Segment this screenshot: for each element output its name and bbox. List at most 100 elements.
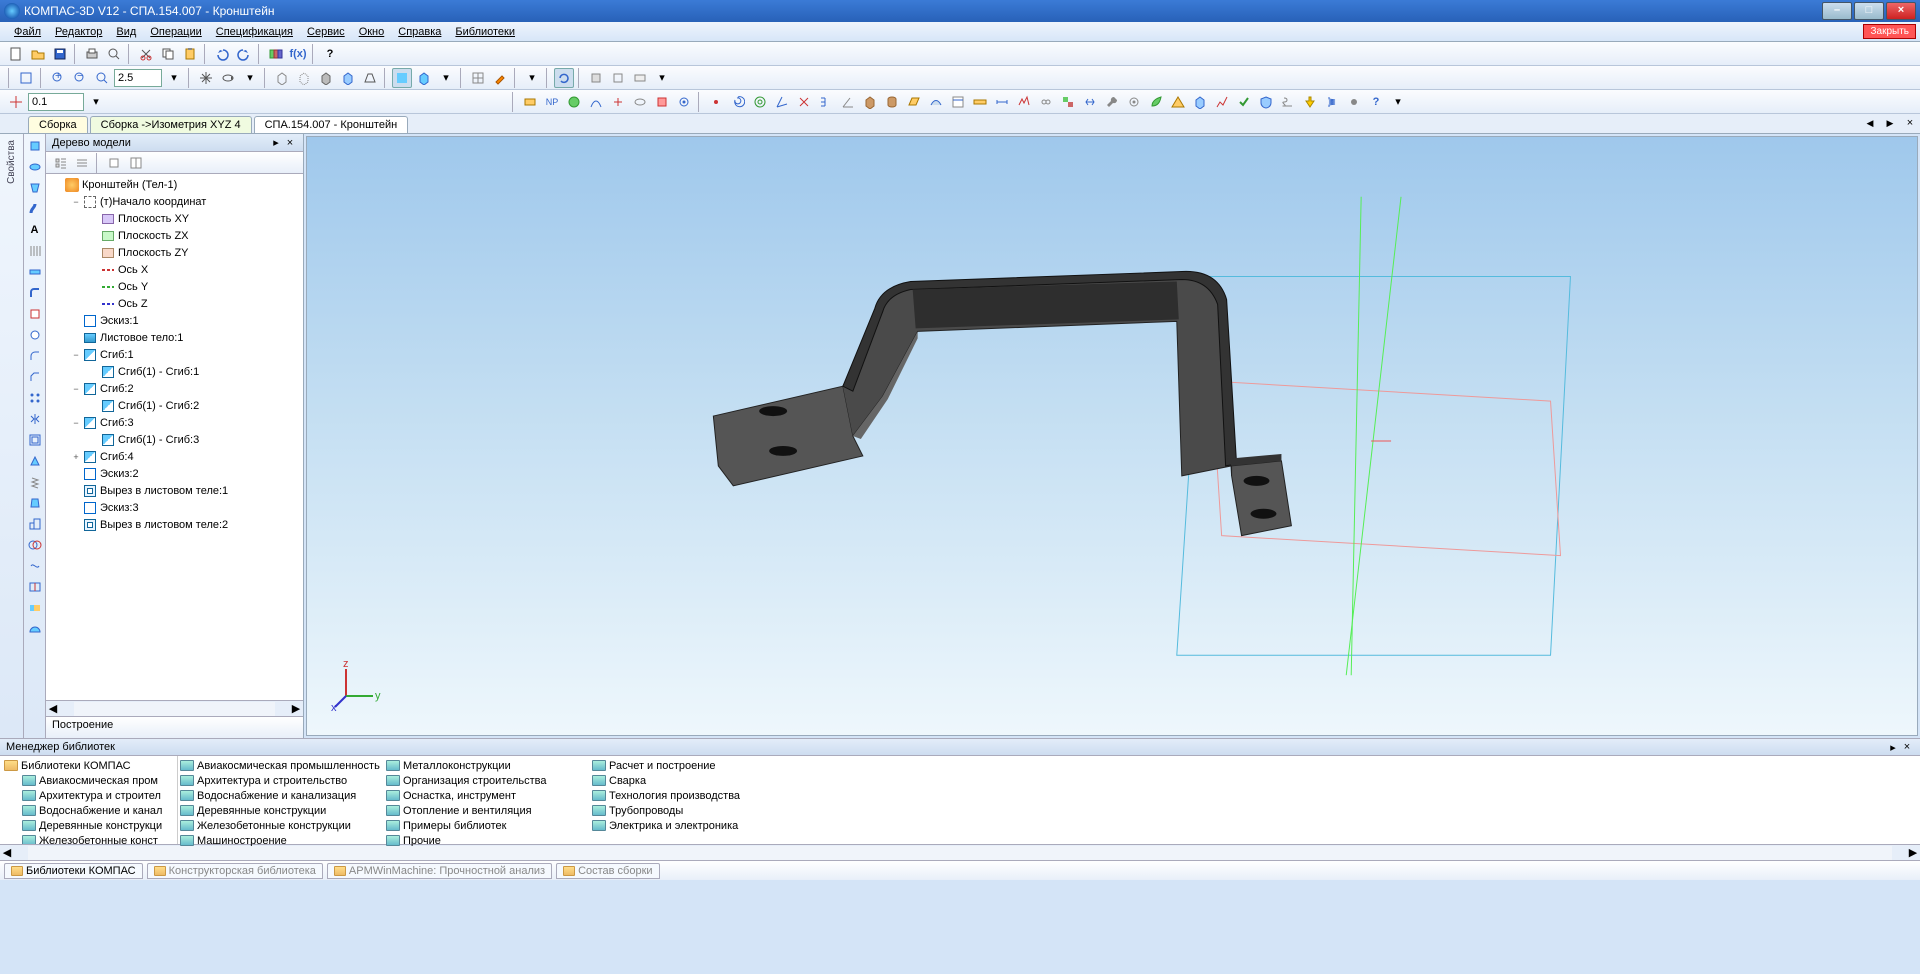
tree-node[interactable]: Сгиб(1) - Сгиб:1 bbox=[48, 363, 301, 380]
minimize-button[interactable]: – bbox=[1822, 2, 1852, 20]
lib-tree-item[interactable]: Библиотеки КОМПАС bbox=[2, 758, 175, 773]
scale-icon[interactable] bbox=[25, 514, 45, 534]
tree-node[interactable]: Эскиз:3 bbox=[48, 499, 301, 516]
print-button[interactable] bbox=[82, 44, 102, 64]
footer-tab[interactable]: Состав сборки bbox=[556, 863, 660, 879]
filter-button[interactable]: ▾ bbox=[522, 68, 542, 88]
mirror-icon[interactable] bbox=[25, 409, 45, 429]
help-icon[interactable]: ? bbox=[320, 44, 340, 64]
axis-sys-icon[interactable] bbox=[772, 92, 792, 112]
chain-icon[interactable] bbox=[1036, 92, 1056, 112]
spiral-icon[interactable] bbox=[728, 92, 748, 112]
leaf-icon[interactable] bbox=[1146, 92, 1166, 112]
shield-icon[interactable] bbox=[1256, 92, 1276, 112]
ruler-icon[interactable] bbox=[970, 92, 990, 112]
dim-icon[interactable] bbox=[992, 92, 1012, 112]
menu-service[interactable]: Сервис bbox=[301, 24, 351, 40]
lib-folder-item[interactable]: Отопление и вентиляция bbox=[386, 803, 586, 818]
lib-folder-item[interactable]: Организация строительства bbox=[386, 773, 586, 788]
flex-icon[interactable] bbox=[25, 556, 45, 576]
maximize-button[interactable]: □ bbox=[1854, 2, 1884, 20]
revolve-icon[interactable] bbox=[25, 157, 45, 177]
tree-display-4[interactable] bbox=[126, 153, 146, 173]
shaded-edges-button[interactable] bbox=[338, 68, 358, 88]
tool-d[interactable]: ▾ bbox=[652, 68, 672, 88]
tree-node[interactable]: Ось Y bbox=[48, 278, 301, 295]
tree-node[interactable]: Плоскость ZX bbox=[48, 227, 301, 244]
text-icon[interactable]: A bbox=[25, 220, 45, 240]
asm-icon[interactable] bbox=[1058, 92, 1078, 112]
step-input[interactable] bbox=[28, 93, 84, 111]
tab-nav-left[interactable]: ◀ bbox=[1860, 113, 1880, 133]
coil-icon[interactable] bbox=[1278, 92, 1298, 112]
wrench-icon[interactable] bbox=[1102, 92, 1122, 112]
feat-1[interactable] bbox=[564, 92, 584, 112]
lib-folder-item[interactable]: Сварка bbox=[592, 773, 792, 788]
refresh-button[interactable] bbox=[554, 68, 574, 88]
lib-folder-item[interactable]: Оснастка, инструмент bbox=[386, 788, 586, 803]
bend-tool-icon[interactable] bbox=[25, 283, 45, 303]
sheet-body-icon[interactable] bbox=[520, 92, 540, 112]
tool-b[interactable] bbox=[608, 68, 628, 88]
lib-folder-item[interactable]: Расчет и построение bbox=[592, 758, 792, 773]
tree-node[interactable]: Вырез в листовом теле:1 bbox=[48, 482, 301, 499]
lib-close-icon[interactable]: × bbox=[1900, 741, 1914, 753]
step-dropdown[interactable]: ▾ bbox=[86, 92, 106, 112]
draft-icon[interactable] bbox=[25, 493, 45, 513]
open-button[interactable] bbox=[28, 44, 48, 64]
zoom-fit-button[interactable] bbox=[16, 68, 36, 88]
grid-button[interactable] bbox=[468, 68, 488, 88]
tree-node[interactable]: Плоскость XY bbox=[48, 210, 301, 227]
library-manager-button[interactable] bbox=[266, 44, 286, 64]
display-mode-3[interactable]: ▾ bbox=[436, 68, 456, 88]
feat-5[interactable] bbox=[652, 92, 672, 112]
lib-folder-item[interactable]: Примеры библиотек bbox=[386, 818, 586, 833]
zoom-input[interactable] bbox=[114, 69, 162, 87]
tree-node[interactable]: +Сгиб:4 bbox=[48, 448, 301, 465]
display-mode-2[interactable] bbox=[414, 68, 434, 88]
np-icon[interactable]: NP bbox=[542, 92, 562, 112]
analysis-icon[interactable] bbox=[1212, 92, 1232, 112]
tree-node[interactable]: Ось Z bbox=[48, 295, 301, 312]
wireframe-button[interactable] bbox=[272, 68, 292, 88]
pattern-icon[interactable] bbox=[25, 388, 45, 408]
warning-icon[interactable] bbox=[1168, 92, 1188, 112]
shell-icon[interactable] bbox=[25, 430, 45, 450]
tab-close[interactable]: × bbox=[1900, 113, 1920, 133]
redo-button[interactable] bbox=[234, 44, 254, 64]
lib-folder-item[interactable]: Трубопроводы bbox=[592, 803, 792, 818]
tab-iso-view[interactable]: Сборка ->Изометрия XYZ 4 bbox=[90, 116, 252, 133]
tree-node[interactable]: Сгиб(1) - Сгиб:3 bbox=[48, 431, 301, 448]
thread-icon[interactable] bbox=[25, 472, 45, 492]
surface-icon[interactable] bbox=[926, 92, 946, 112]
tree-node[interactable]: Ось X bbox=[48, 261, 301, 278]
lib-pin-icon[interactable]: ▸ bbox=[1886, 741, 1900, 754]
footer-tab[interactable]: Конструкторская библиотека bbox=[147, 863, 323, 879]
orientation-button[interactable]: ▾ bbox=[240, 68, 260, 88]
tree-display-2[interactable] bbox=[72, 153, 92, 173]
properties-tab[interactable]: Свойства bbox=[6, 136, 17, 188]
cut-button[interactable] bbox=[136, 44, 156, 64]
boolean-icon[interactable] bbox=[25, 535, 45, 555]
tree-node[interactable]: −Сгиб:1 bbox=[48, 346, 301, 363]
new-button[interactable] bbox=[6, 44, 26, 64]
menu-file[interactable]: Файл bbox=[8, 24, 47, 40]
sweep-icon[interactable] bbox=[25, 199, 45, 219]
copy-button[interactable] bbox=[158, 44, 178, 64]
spring-icon[interactable] bbox=[1322, 92, 1342, 112]
display-mode-1[interactable] bbox=[392, 68, 412, 88]
tree-scrollbar[interactable]: ◀▶ bbox=[46, 700, 303, 716]
feat-4[interactable] bbox=[630, 92, 650, 112]
menu-libraries[interactable]: Библиотеки bbox=[449, 24, 521, 40]
lib-folder-item[interactable]: Деревянные конструкции bbox=[180, 803, 380, 818]
cut-tool-icon[interactable] bbox=[25, 304, 45, 324]
pin-icon[interactable]: ▸ bbox=[269, 136, 283, 149]
cyl-icon[interactable] bbox=[882, 92, 902, 112]
hole-icon[interactable] bbox=[25, 325, 45, 345]
hidden-button[interactable] bbox=[294, 68, 314, 88]
cross-icon[interactable] bbox=[794, 92, 814, 112]
preview-button[interactable] bbox=[104, 44, 124, 64]
window-icon[interactable] bbox=[948, 92, 968, 112]
zoom-dropdown[interactable]: ▾ bbox=[164, 68, 184, 88]
close-hint[interactable]: Закрыть bbox=[1863, 24, 1916, 39]
